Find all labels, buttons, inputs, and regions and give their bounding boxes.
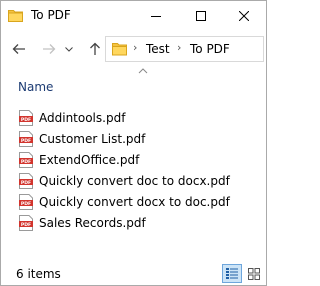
breadcrumb-chevron-icon[interactable]: › <box>133 41 137 54</box>
item-count: 6 items <box>16 267 61 281</box>
list-item[interactable]: PDF Addintools.pdf <box>19 107 249 128</box>
pdf-file-icon: PDF <box>19 172 33 189</box>
file-name: Customer List.pdf <box>39 131 146 146</box>
minimize-button[interactable] <box>134 1 178 31</box>
svg-text:PDF: PDF <box>21 201 31 207</box>
list-item[interactable]: PDF ExtendOffice.pdf <box>19 149 249 170</box>
title-bar[interactable]: To PDF <box>1 1 266 31</box>
maximize-icon <box>196 11 206 21</box>
recent-locations-button[interactable] <box>63 40 75 58</box>
up-button[interactable] <box>85 40 105 58</box>
chevron-down-icon <box>65 46 73 52</box>
pdf-file-icon: PDF <box>19 151 33 168</box>
arrow-left-icon <box>12 44 25 54</box>
maximize-button[interactable] <box>179 1 223 31</box>
svg-text:PDF: PDF <box>21 180 31 186</box>
large-icons-view-icon <box>248 267 260 280</box>
list-item[interactable]: PDF Customer List.pdf <box>19 128 249 149</box>
list-item[interactable]: PDF Quickly convert doc to docx.pdf <box>19 170 249 191</box>
folder-icon <box>112 43 127 56</box>
arrow-up-icon <box>90 42 100 55</box>
pdf-file-icon: PDF <box>19 193 33 210</box>
svg-text:PDF: PDF <box>21 138 31 144</box>
window-title: To PDF <box>31 8 71 22</box>
svg-text:PDF: PDF <box>21 117 31 123</box>
status-bar: 6 items <box>1 264 266 285</box>
sort-ascending-icon <box>138 68 148 74</box>
large-icons-view-button[interactable] <box>244 264 264 283</box>
pdf-file-icon: PDF <box>19 130 33 147</box>
file-name: Addintools.pdf <box>39 110 126 125</box>
pdf-file-icon: PDF <box>19 214 33 231</box>
breadcrumb-test[interactable]: Test <box>146 42 170 56</box>
file-name: ExtendOffice.pdf <box>39 152 140 167</box>
close-button[interactable] <box>222 1 266 31</box>
svg-text:PDF: PDF <box>21 222 31 228</box>
breadcrumb-chevron-icon[interactable]: › <box>177 41 181 54</box>
folder-icon <box>8 10 23 22</box>
minimize-icon <box>151 16 161 17</box>
name-column-header[interactable]: Name <box>18 80 53 94</box>
list-item[interactable]: PDF Sales Records.pdf <box>19 212 249 233</box>
pdf-file-icon: PDF <box>19 109 33 126</box>
back-button[interactable] <box>9 40 29 58</box>
arrow-right-icon <box>43 44 56 54</box>
file-name: Sales Records.pdf <box>39 215 146 230</box>
navigation-bar: › Test › To PDF <box>1 31 266 67</box>
svg-text:PDF: PDF <box>21 159 31 165</box>
list-item[interactable]: PDF Quickly convert docx to doc.pdf <box>19 191 249 212</box>
address-bar[interactable]: › Test › To PDF <box>105 36 264 62</box>
file-name: Quickly convert doc to docx.pdf <box>39 173 230 188</box>
breadcrumb-to-pdf[interactable]: To PDF <box>190 42 230 56</box>
file-list: PDF Addintools.pdf PDF Customer List.pdf… <box>19 107 249 233</box>
close-icon <box>239 11 249 21</box>
details-view-icon <box>226 268 238 279</box>
forward-button[interactable] <box>39 40 59 58</box>
details-view-button[interactable] <box>222 264 242 283</box>
explorer-window: To PDF › Test › To PDF Name PDF Addintoo… <box>0 0 267 286</box>
file-name: Quickly convert docx to doc.pdf <box>39 194 230 209</box>
